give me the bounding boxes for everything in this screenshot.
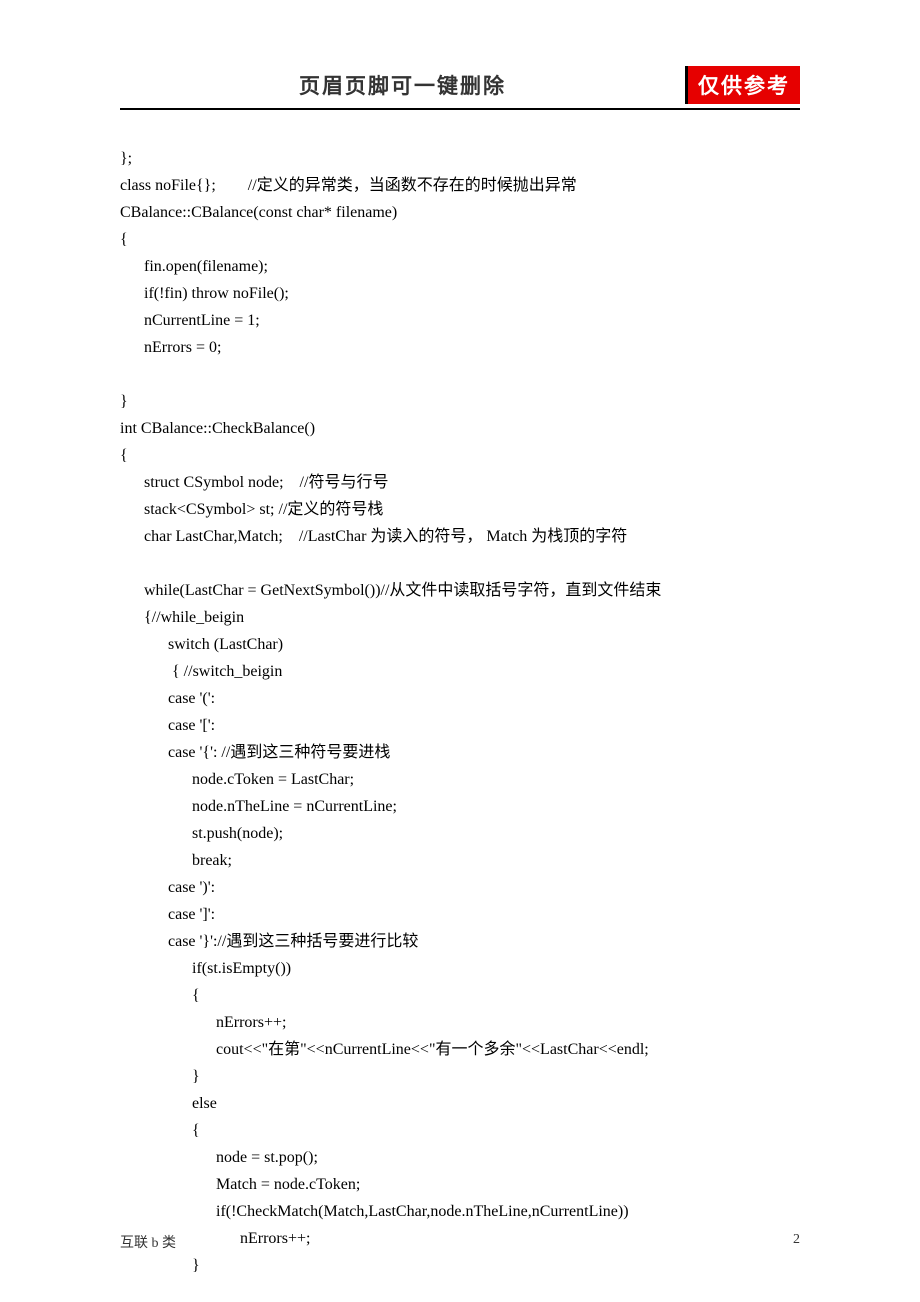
- header-title: 页眉页脚可一键删除: [120, 70, 685, 100]
- page-footer: 互联 b 类 2: [120, 1232, 800, 1252]
- page-number: 2: [793, 1232, 800, 1252]
- page-header: 页眉页脚可一键删除 仅供参考: [120, 70, 800, 110]
- reference-badge: 仅供参考: [685, 66, 800, 104]
- footer-category: 互联 b 类: [120, 1232, 176, 1252]
- code-content: }; class noFile{}; //定义的异常类，当函数不存在的时候抛出异…: [120, 145, 800, 1279]
